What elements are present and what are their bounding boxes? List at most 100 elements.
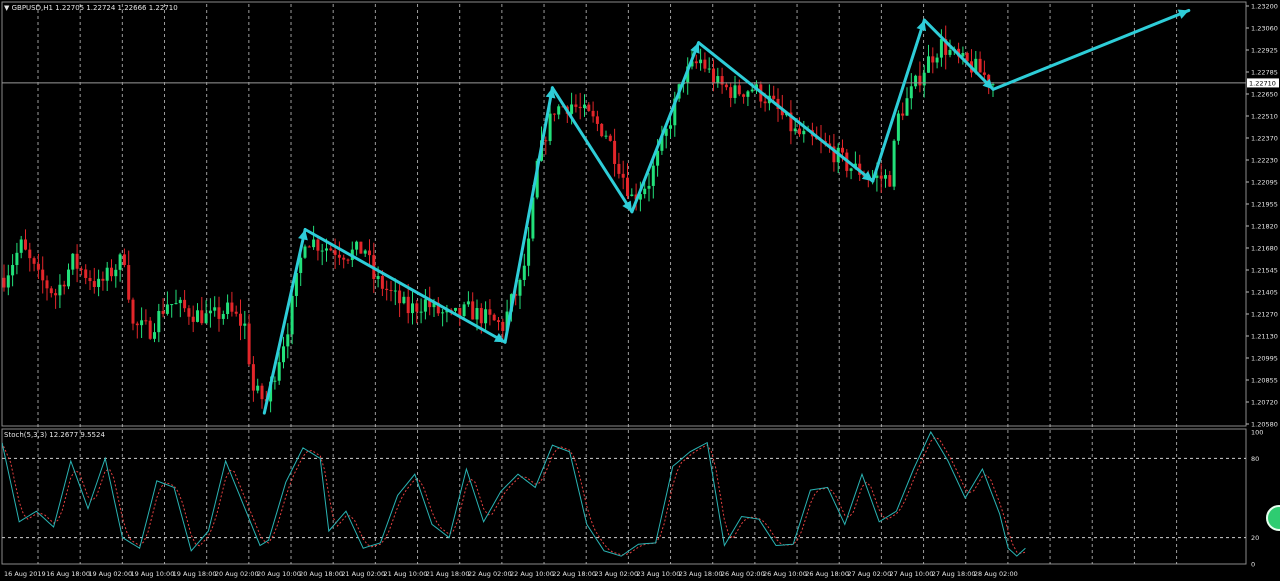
time-axis-label: 26 Aug 10:00 [763,570,807,578]
candle-body [423,299,427,312]
oscillator-axis-label: 100 [1251,429,1263,437]
candle-body [914,75,918,87]
candle-body [247,323,251,365]
time-axis-label: 23 Aug 02:00 [594,570,638,578]
candle-body [402,296,406,304]
candle-body [591,110,595,117]
candle-body [939,39,943,58]
candle-body [161,311,165,314]
candle-body [501,321,505,331]
candle-body [282,346,285,363]
candle-body [273,380,277,382]
candle-body [355,241,359,250]
time-axis-label: 23 Aug 10:00 [637,570,681,578]
candle-body [135,323,139,326]
candle-body [75,253,79,269]
candle-body [441,312,445,314]
candle-body [6,275,10,288]
candle-body [2,277,6,288]
candle-body [729,87,733,98]
candle-body [140,320,144,326]
candle-body [153,332,156,339]
candle-body [935,57,939,63]
candle-body [733,85,737,98]
trend-arrow-line [550,86,634,214]
time-axis-label: 22 Aug 10:00 [510,570,554,578]
candle-body [393,290,397,292]
price-axis-label: 1.23060 [1251,25,1278,33]
time-axis-label: 21 Aug 18:00 [426,570,470,578]
candle-body [32,258,36,264]
candle-body [578,106,582,109]
candle-body [234,311,238,314]
candle-body [583,104,586,109]
candle-body [398,290,402,304]
candle-body [879,175,883,179]
candle-body [92,281,96,287]
trend-arrow-line [922,18,995,91]
time-axis-label: 19 Aug 10:00 [131,570,175,578]
candle-body [62,284,66,287]
time-axis-label: 20 Aug 18:00 [299,570,343,578]
candle-body [574,104,578,107]
candle-body [217,307,221,319]
candle-body [118,254,122,270]
time-axis-label: 27 Aug 10:00 [890,570,934,578]
candle-body [196,310,199,322]
candle-body [901,113,905,116]
candle-body [122,254,126,266]
candle-body [127,265,131,300]
time-axis-label: 19 Aug 18:00 [173,570,217,578]
candle-body [101,278,105,281]
trading-chart[interactable]: 1.23200 1.23060 1.22925 1.22785 1.22650 1.225… [0,0,1280,581]
candle-body [471,301,475,320]
candle-body [479,308,483,324]
candle-body [888,175,892,187]
price-axis-label: 1.22510 [1251,113,1278,121]
time-axis-label: 20 Aug 02:00 [215,570,259,578]
price-panel-frame [1,1,1247,427]
candle-body [595,116,599,124]
candle-body [462,304,466,317]
candle-body [165,304,169,314]
candle-body [187,308,191,317]
candle-body [415,303,419,312]
candle-body [376,276,380,280]
candle-body [475,308,479,320]
current-price-label: 1.22710 [1249,80,1276,88]
candle-body [600,123,604,137]
candle-body [742,94,746,97]
price-axis-label: 1.22785 [1251,69,1278,77]
candle-body [178,299,182,304]
candle-body [922,72,926,86]
candle-body [737,85,741,95]
candle-body [608,135,612,141]
candle-body [643,188,647,195]
candle-body [518,279,522,296]
price-axis-label: 1.21545 [1251,267,1278,275]
candle-body [19,239,23,253]
price-axis-label: 1.22095 [1251,179,1278,187]
candle-body [522,265,526,280]
candle-body [716,76,720,84]
candle-body [45,280,49,289]
candle-body [329,248,333,251]
candle-body [626,177,629,196]
candle-body [144,320,148,322]
candle-body [346,259,350,261]
trend-arrow-line [697,41,875,183]
candle-body [763,101,767,104]
candle-body [703,59,707,69]
candle-body [320,250,324,252]
candle-body [191,316,195,322]
candle-body [79,268,83,270]
time-axis-label: 26 Aug 02:00 [721,570,765,578]
candle-body [385,288,389,290]
candle-body [170,304,174,306]
time-axis-label: 21 Aug 10:00 [384,570,428,578]
candle-body [243,323,247,326]
price-axis-label: 1.22230 [1251,157,1278,165]
price-axis-label: 1.21130 [1251,333,1278,341]
candle-body [36,263,40,270]
time-axis-label: 22 Aug 02:00 [468,570,512,578]
